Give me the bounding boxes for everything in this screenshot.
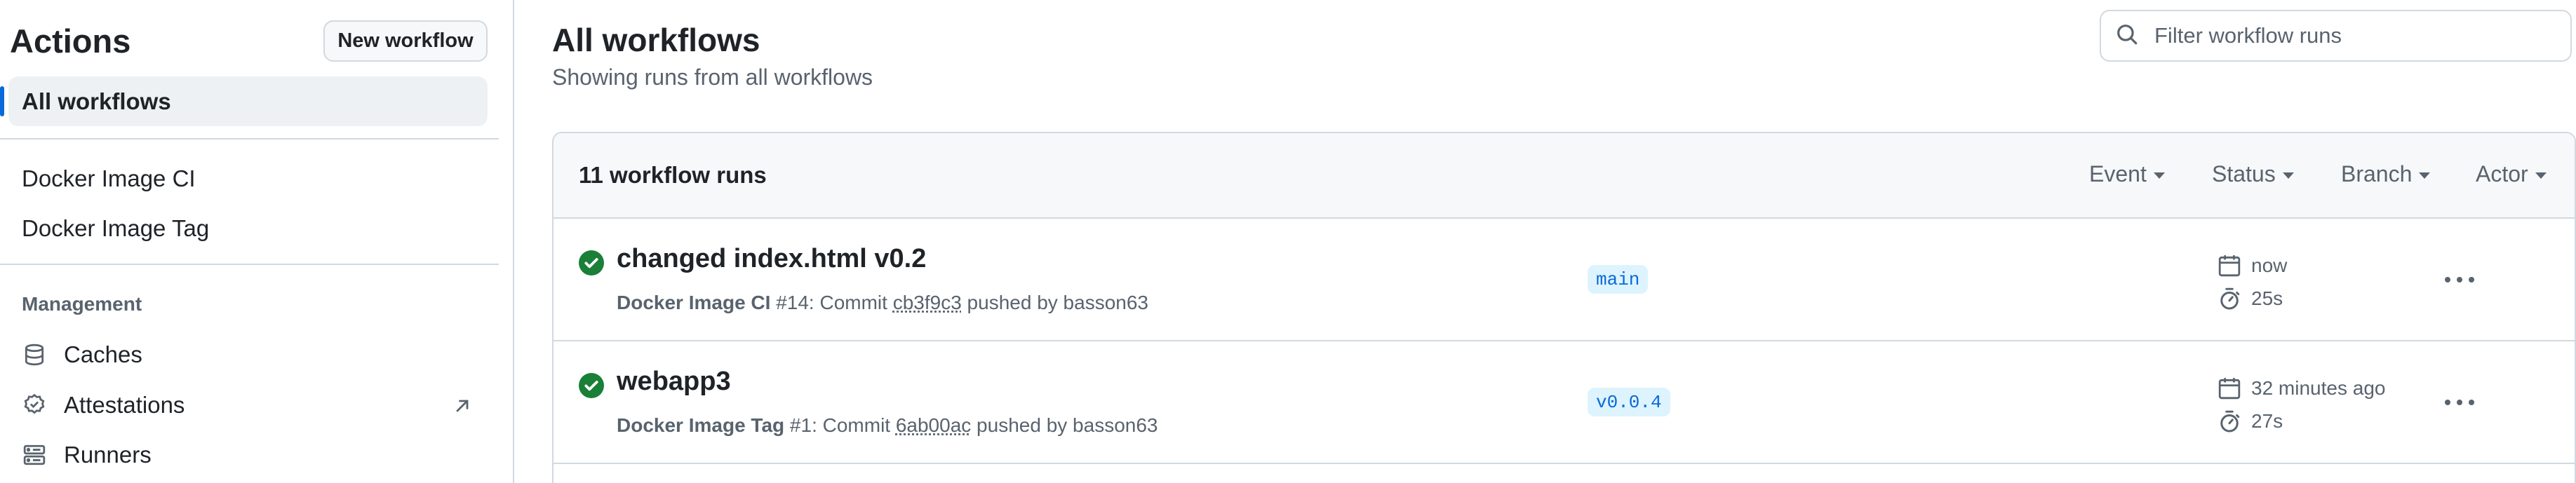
sidebar-item-label: Caches (64, 341, 142, 367)
event-filter-dropdown[interactable]: Event (2089, 161, 2165, 187)
run-meta: Docker Image CI #14: Commit cb3f9c3 push… (617, 292, 1148, 314)
caret-down-icon (2282, 172, 2294, 179)
runs-header: 11 workflow runs Event Status Branch Act… (554, 133, 2575, 219)
run-workflow-name: Docker Image CI (617, 292, 771, 313)
run-number: #1 (789, 414, 812, 436)
run-duration-text: 27s (2251, 410, 2283, 432)
run-commit-prefix: : Commit (808, 292, 893, 313)
workflow-run-row[interactable]: webapp3 Docker Image Tag #1: Commit 6ab0… (554, 341, 2575, 464)
branch-label[interactable]: main (1588, 265, 1649, 294)
caret-down-icon (2419, 172, 2431, 179)
run-time: now (2218, 254, 2287, 278)
sidebar-item-docker-image-ci[interactable]: Docker Image CI (8, 154, 488, 203)
run-pushed-by: pushed by basson63 (971, 414, 1158, 436)
workflow-run-row[interactable]: changed index.html v0.2 Docker Image CI … (554, 219, 2575, 341)
caret-down-icon (2153, 172, 2165, 179)
runs-count: 11 workflow runs (579, 162, 767, 188)
run-number: #14 (776, 292, 809, 313)
new-workflow-button[interactable]: New workflow (323, 20, 488, 62)
calendar-icon (2218, 254, 2241, 278)
management-heading: Management (22, 293, 142, 315)
run-time: 32 minutes ago (2218, 376, 2385, 400)
check-circle-fill-icon (579, 250, 604, 275)
run-time-text: 32 minutes ago (2251, 377, 2386, 399)
sidebar-item-label: All workflows (22, 88, 171, 114)
stopwatch-icon (2218, 409, 2241, 433)
kebab-horizontal-icon[interactable] (2441, 265, 2478, 294)
run-title-link[interactable]: changed index.html v0.2 (617, 244, 926, 274)
sidebar-item-docker-image-tag[interactable]: Docker Image Tag (8, 203, 488, 253)
run-time-text: now (2251, 254, 2288, 276)
sidebar-divider (0, 264, 499, 265)
branch-label[interactable]: v0.0.4 (1588, 388, 1670, 416)
server-icon (22, 442, 47, 468)
dropdown-label: Status (2212, 161, 2276, 186)
dropdown-label: Event (2089, 161, 2147, 186)
dropdown-label: Branch (2341, 161, 2413, 186)
sidebar-item-runners[interactable]: Runners (8, 432, 488, 478)
sidebar-item-attestations[interactable]: Attestations (8, 382, 488, 428)
run-commit-prefix: : Commit (812, 414, 896, 436)
sidebar-item-caches[interactable]: Caches (8, 332, 488, 378)
page-subtitle: Showing runs from all workflows (552, 64, 873, 90)
sidebar: Actions New workflow All workflows Docke… (0, 0, 514, 483)
sidebar-title: Actions (10, 22, 131, 60)
run-duration-text: 25s (2251, 287, 2283, 309)
sidebar-item-all-workflows[interactable]: All workflows (0, 76, 488, 126)
kebab-horizontal-icon[interactable] (2441, 388, 2478, 417)
run-workflow-name: Docker Image Tag (617, 414, 785, 436)
sidebar-item-label: Runners (64, 442, 152, 468)
page-title: All workflows (552, 22, 760, 58)
status-filter-dropdown[interactable]: Status (2212, 161, 2294, 187)
search-icon (2115, 22, 2139, 50)
sidebar-divider (0, 138, 499, 140)
run-duration: 27s (2218, 409, 2283, 433)
verified-icon (22, 393, 47, 418)
commit-sha-link[interactable]: cb3f9c3 (893, 292, 962, 313)
caret-down-icon (2535, 172, 2547, 179)
dropdown-label: Actor (2476, 161, 2528, 186)
actor-filter-dropdown[interactable]: Actor (2476, 161, 2547, 187)
workflow-runs-list: 11 workflow runs Event Status Branch Act… (552, 132, 2576, 483)
sidebar-item-label: Docker Image Tag (22, 215, 210, 241)
check-circle-fill-icon (579, 373, 604, 398)
run-meta: Docker Image Tag #1: Commit 6ab00ac push… (617, 414, 1158, 437)
sidebar-item-label: Docker Image CI (22, 165, 196, 191)
run-title-link[interactable]: webapp3 (617, 367, 731, 397)
calendar-icon (2218, 376, 2241, 400)
branch-filter-dropdown[interactable]: Branch (2341, 161, 2431, 187)
database-icon (22, 342, 47, 367)
run-pushed-by: pushed by basson63 (961, 292, 1148, 313)
filter-runs-field[interactable] (2100, 10, 2572, 62)
run-duration: 25s (2218, 287, 2283, 311)
commit-sha-link[interactable]: 6ab00ac (896, 414, 971, 436)
link-external-icon (452, 395, 474, 416)
stopwatch-icon (2218, 287, 2241, 311)
filter-runs-input[interactable] (2154, 23, 2561, 48)
sidebar-item-label: Attestations (64, 392, 185, 418)
